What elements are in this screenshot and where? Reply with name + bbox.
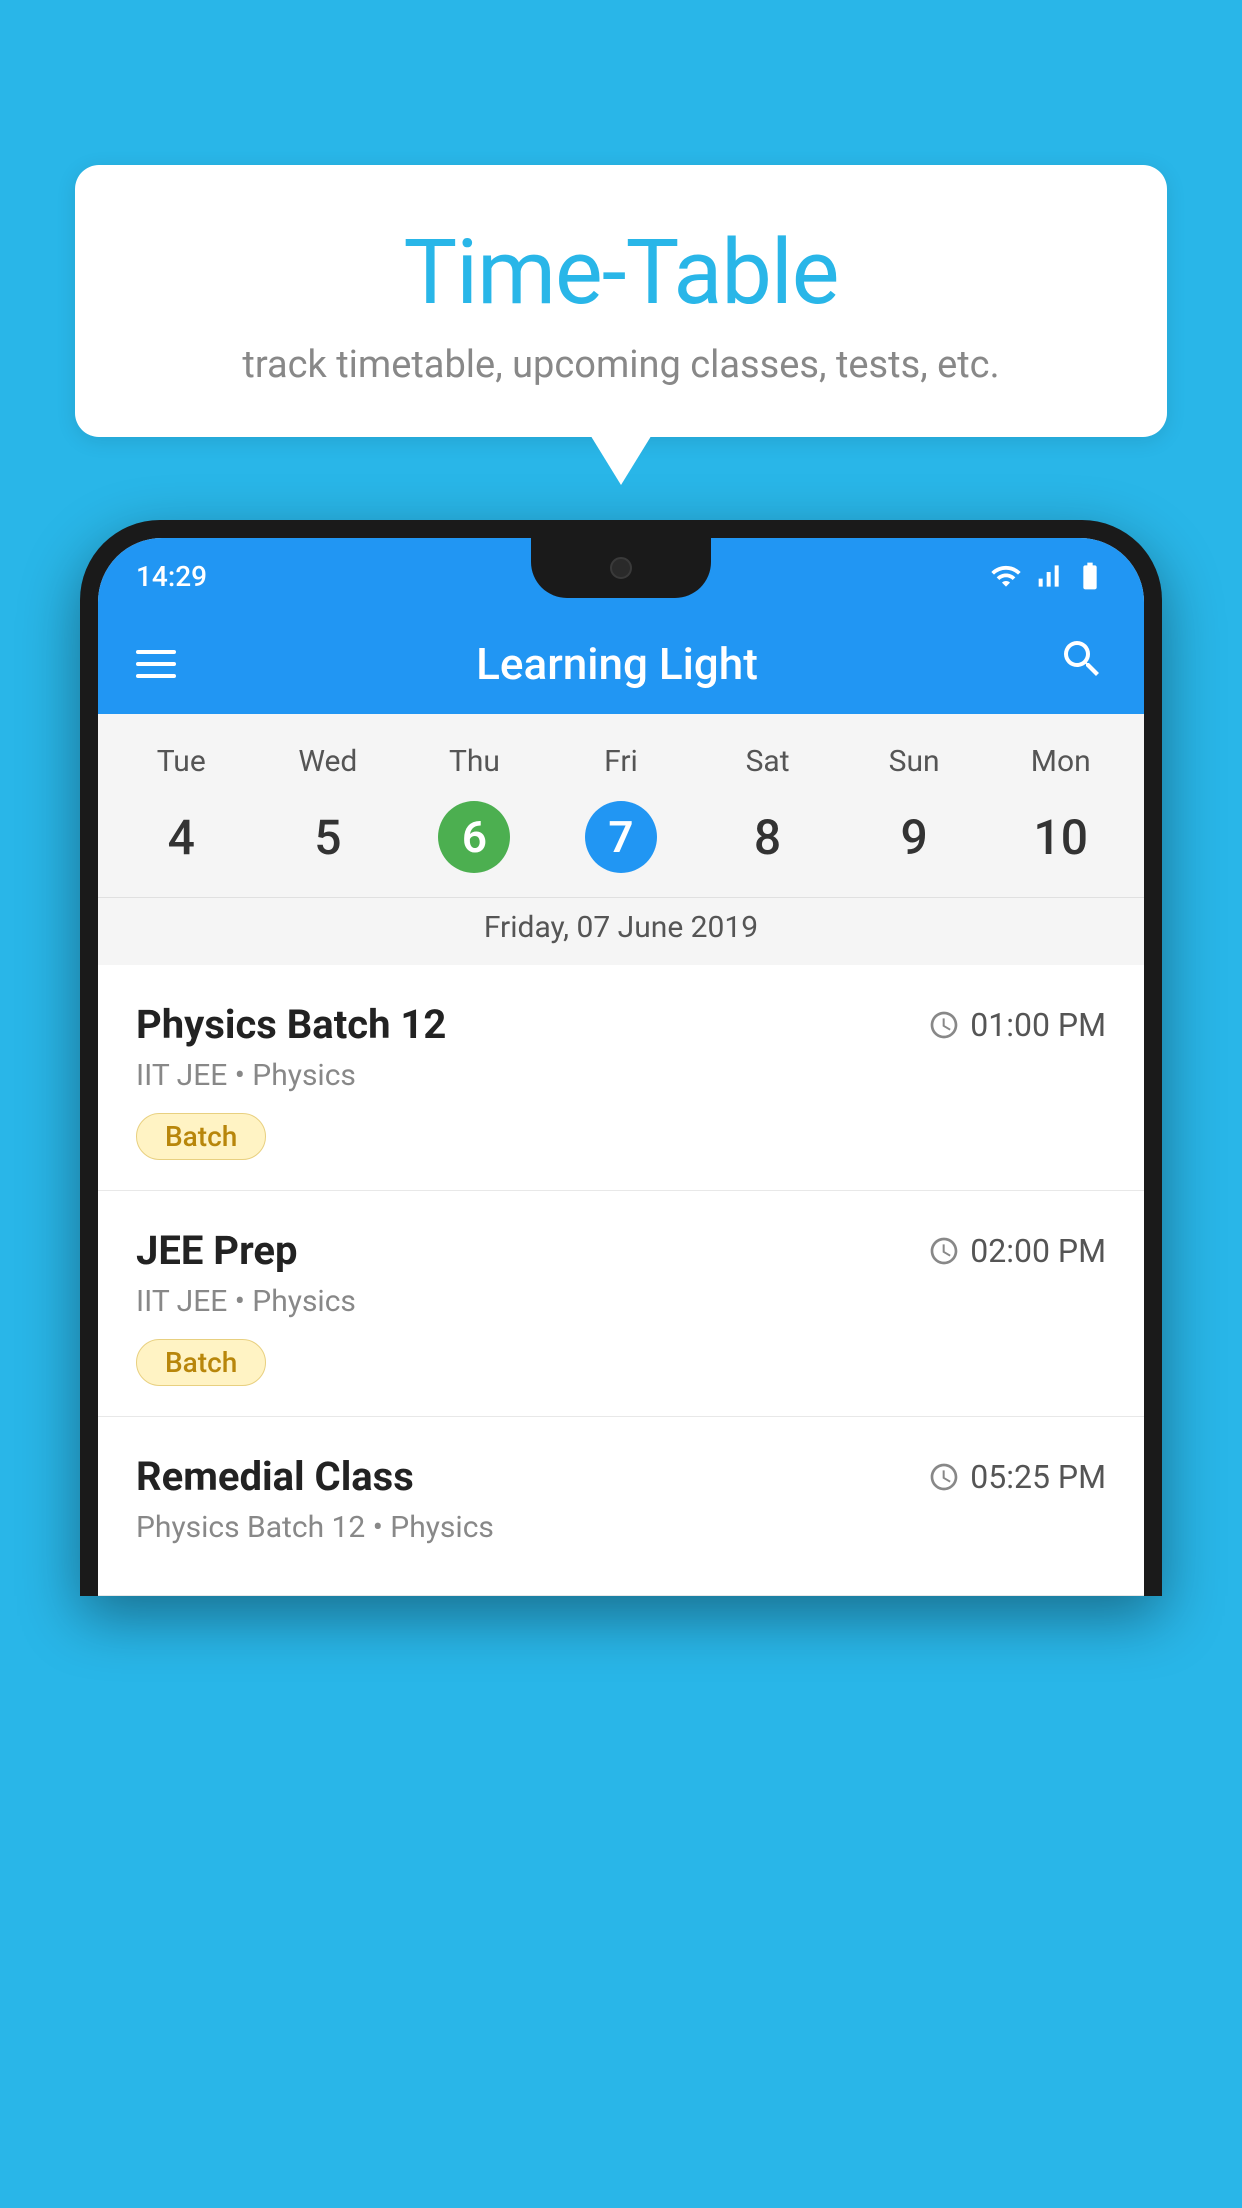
schedule-subtitle: IIT JEE • Physics — [136, 1058, 1106, 1093]
speech-bubble: Time-Table track timetable, upcoming cla… — [75, 165, 1167, 437]
calendar-day-name: Mon — [987, 734, 1134, 789]
schedule-subtitle: Physics Batch 12 • Physics — [136, 1510, 1106, 1545]
wifi-icon — [990, 560, 1022, 592]
day-names-row: TueWedThuFriSatSunMon — [98, 734, 1144, 789]
calendar-day-name: Tue — [108, 734, 255, 789]
phone-screen: 14:29 — [98, 538, 1144, 1596]
batch-badge: Batch — [136, 1113, 266, 1160]
day-numbers-row: 456 78910 — [98, 789, 1144, 893]
calendar-day-number[interactable]: 8 — [694, 789, 841, 893]
phone-outer: 14:29 — [80, 520, 1162, 1596]
schedule-item[interactable]: Physics Batch 12 01:00 PM IIT JEE • Phys… — [98, 965, 1144, 1191]
calendar-day-number[interactable]: 10 — [987, 789, 1134, 893]
hamburger-line — [136, 662, 176, 666]
calendar-day-number[interactable]: 7 — [548, 789, 695, 893]
schedule-item[interactable]: JEE Prep 02:00 PM IIT JEE • Physics Batc… — [98, 1191, 1144, 1417]
status-icons — [990, 560, 1106, 592]
batch-badge: Batch — [136, 1339, 266, 1386]
app-subtitle: track timetable, upcoming classes, tests… — [135, 343, 1107, 387]
app-bar: Learning Light — [98, 614, 1144, 714]
schedule-time: 02:00 PM — [928, 1232, 1106, 1270]
schedule-item-header: Physics Batch 12 01:00 PM — [136, 1001, 1106, 1048]
calendar-selected-circle: 7 — [585, 801, 657, 873]
schedule-title: Physics Batch 12 — [136, 1001, 446, 1048]
hamburger-line — [136, 674, 176, 678]
schedule-subtitle: IIT JEE • Physics — [136, 1284, 1106, 1319]
calendar-day-name: Sun — [841, 734, 988, 789]
speech-bubble-container: Time-Table track timetable, upcoming cla… — [75, 165, 1167, 437]
calendar-day-number[interactable]: 6 — [401, 789, 548, 893]
calendar-day-name: Thu — [401, 734, 548, 789]
calendar-strip: TueWedThuFriSatSunMon 456 78910 Friday, 0… — [98, 714, 1144, 965]
battery-icon — [1074, 560, 1106, 592]
camera-icon — [610, 557, 632, 579]
search-icon — [1058, 635, 1106, 683]
schedule-item-header: JEE Prep 02:00 PM — [136, 1227, 1106, 1274]
schedule-item-header: Remedial Class 05:25 PM — [136, 1453, 1106, 1500]
status-bar: 14:29 — [98, 538, 1144, 614]
notch — [531, 538, 711, 598]
clock-icon — [928, 1235, 960, 1267]
schedule-time: 01:00 PM — [928, 1006, 1106, 1044]
clock-icon — [928, 1461, 960, 1493]
calendar-day-name: Fri — [548, 734, 695, 789]
calendar-day-name: Sat — [694, 734, 841, 789]
schedule-list: Physics Batch 12 01:00 PM IIT JEE • Phys… — [98, 965, 1144, 1596]
hamburger-menu-button[interactable] — [136, 650, 176, 678]
phone-wrapper: 14:29 — [80, 520, 1162, 2208]
search-button[interactable] — [1058, 635, 1106, 694]
calendar-day-number[interactable]: 4 — [108, 789, 255, 893]
app-bar-title: Learning Light — [212, 638, 1022, 690]
schedule-time: 05:25 PM — [928, 1458, 1106, 1496]
clock-icon — [928, 1009, 960, 1041]
signal-icon — [1032, 560, 1064, 592]
app-title: Time-Table — [135, 220, 1107, 325]
status-time: 14:29 — [136, 560, 207, 593]
schedule-title: JEE Prep — [136, 1227, 297, 1274]
selected-date-label: Friday, 07 June 2019 — [98, 897, 1144, 965]
calendar-today-circle: 6 — [438, 801, 510, 873]
schedule-title: Remedial Class — [136, 1453, 414, 1500]
calendar-day-number[interactable]: 9 — [841, 789, 988, 893]
calendar-day-number[interactable]: 5 — [255, 789, 402, 893]
calendar-day-name: Wed — [255, 734, 402, 789]
schedule-item[interactable]: Remedial Class 05:25 PM Physics Batch 12… — [98, 1417, 1144, 1596]
hamburger-line — [136, 650, 176, 654]
